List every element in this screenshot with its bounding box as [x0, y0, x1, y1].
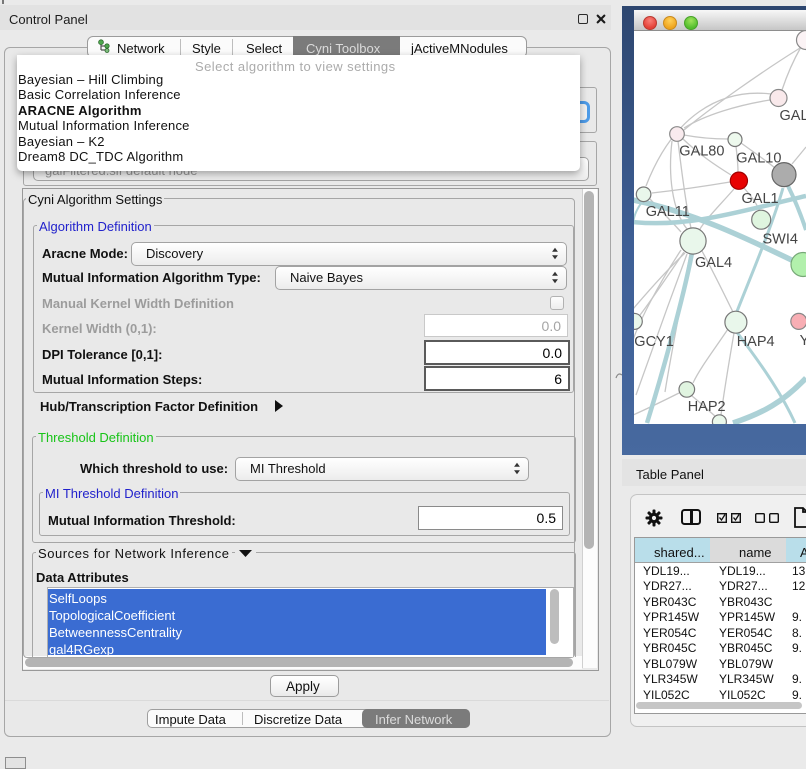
svg-text:Y: Y [800, 333, 806, 349]
svg-text:GAL10: GAL10 [736, 150, 781, 166]
svg-text:HAP4: HAP4 [737, 334, 775, 350]
svg-text:GAL1: GAL1 [742, 191, 779, 207]
svg-text:GAL7: GAL7 [780, 108, 806, 124]
svg-text:GCY1: GCY1 [634, 334, 674, 350]
svg-text:GAL4: GAL4 [695, 255, 732, 271]
svg-text:HAP2: HAP2 [688, 399, 726, 415]
svg-text:GAL11: GAL11 [646, 204, 690, 220]
svg-text:SWI4: SWI4 [763, 232, 798, 248]
svg-text:GAL80: GAL80 [679, 144, 724, 160]
